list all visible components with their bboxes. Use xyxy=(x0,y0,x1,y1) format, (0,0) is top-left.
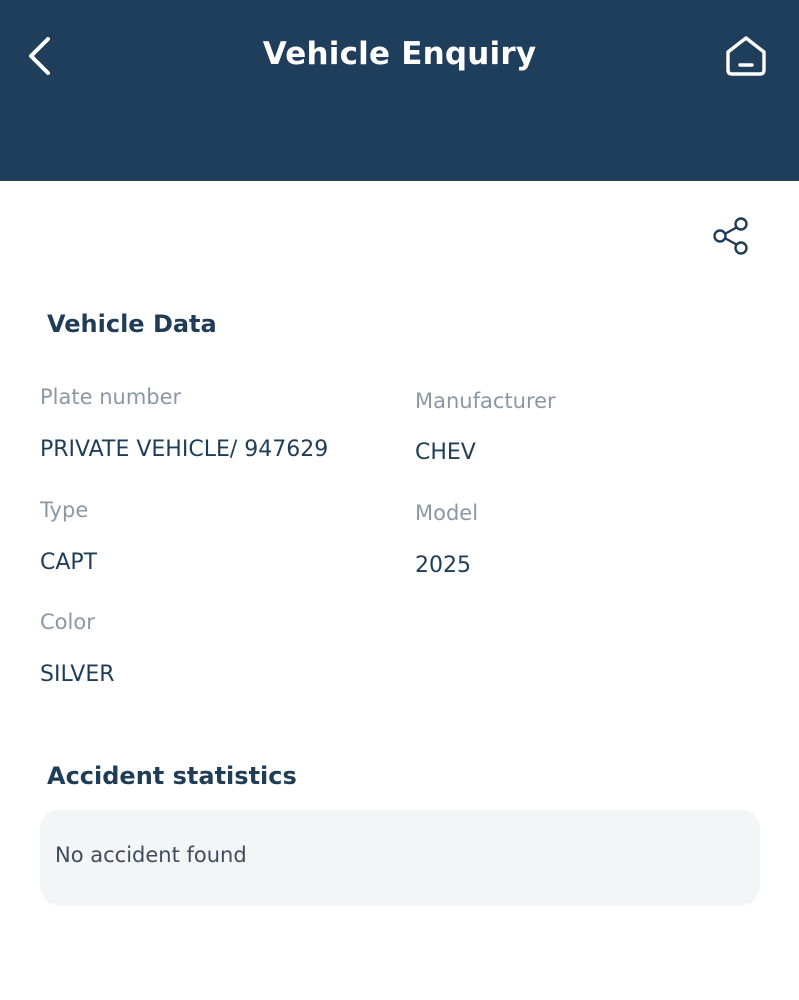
color-value: SILVER xyxy=(40,662,115,687)
no-accident-message: No accident found xyxy=(55,843,247,867)
home-icon xyxy=(726,36,766,76)
plate-number-label: Plate number xyxy=(40,385,182,409)
accident-statistics-title: Accident statistics xyxy=(47,762,297,790)
app-header: Vehicle Enquiry xyxy=(0,0,799,181)
model-label: Model xyxy=(415,501,479,525)
model-value: 2025 xyxy=(415,553,471,578)
home-button[interactable] xyxy=(724,34,768,78)
color-label: Color xyxy=(40,610,95,634)
type-value: CAPT xyxy=(40,550,98,575)
manufacturer-label: Manufacturer xyxy=(415,389,556,413)
page-title: Vehicle Enquiry xyxy=(262,36,537,72)
manufacturer-value: CHEV xyxy=(415,440,476,465)
type-label: Type xyxy=(40,498,89,522)
share-icon xyxy=(713,217,748,255)
vehicle-data-title: Vehicle Data xyxy=(47,310,217,338)
share-button[interactable] xyxy=(708,214,754,258)
plate-number-value: PRIVATE VEHICLE/ 947629 xyxy=(40,437,329,462)
accident-statistics-card: No accident found xyxy=(40,809,760,906)
